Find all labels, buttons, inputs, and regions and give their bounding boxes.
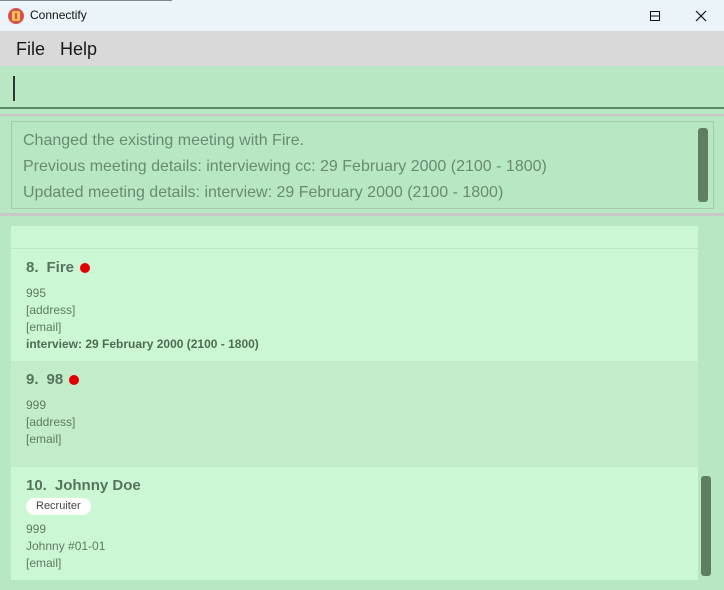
tag-badge: Recruiter <box>26 498 91 515</box>
person-index: 10. <box>26 477 47 494</box>
window-title: Connectify <box>30 8 87 22</box>
person-address: Johnny #01-01 <box>26 539 106 553</box>
maximize-icon <box>650 10 660 21</box>
person-index: 9. <box>26 371 39 388</box>
person-address: [address] <box>26 303 76 317</box>
flag-dot-icon <box>69 374 80 385</box>
flag-dot-icon <box>80 262 91 273</box>
app-logo-icon <box>8 8 24 24</box>
close-button[interactable] <box>678 0 724 31</box>
person-phone: 995 <box>26 286 47 300</box>
person-name: Johnny Doe <box>54 477 141 494</box>
menu-file[interactable]: File <box>16 39 45 60</box>
person-name-row: 9. 98 <box>26 371 80 388</box>
person-name-row: 10. Johnny Doe <box>26 477 141 494</box>
menu-bar: File Help <box>0 31 724 66</box>
person-name: 98 <box>46 371 64 388</box>
person-phone: 999 <box>26 522 47 536</box>
text-caret <box>13 76 15 101</box>
person-card[interactable]: 9. 98 999 [address] [email] <box>11 361 698 467</box>
person-email: [email] <box>26 320 62 334</box>
person-meeting: interview: 29 February 2000 (2100 - 1800… <box>26 337 259 351</box>
person-email: [email] <box>26 432 62 446</box>
menu-help[interactable]: Help <box>60 39 97 60</box>
person-name-row: 8. Fire <box>26 259 91 276</box>
result-line: Updated meeting details: interview: 29 F… <box>23 184 504 201</box>
person-index: 8. <box>26 259 39 276</box>
title-bar-edge <box>0 0 172 1</box>
result-line: Previous meeting details: interviewing c… <box>23 158 547 175</box>
divider <box>0 114 724 116</box>
person-name: Fire <box>46 259 75 276</box>
person-list: 8. Fire 995 [address] [email] interview:… <box>0 216 724 590</box>
close-icon <box>695 10 707 21</box>
person-card[interactable]: 10. Johnny Doe Recruiter 999 Johnny #01-… <box>11 467 698 580</box>
result-line: Changed the existing meeting with Fire. <box>23 132 305 149</box>
result-scrollbar[interactable] <box>698 128 708 202</box>
title-bar: Connectify <box>0 0 724 31</box>
person-phone: 999 <box>26 398 47 412</box>
list-item[interactable] <box>11 226 698 248</box>
person-email: [email] <box>26 556 62 570</box>
list-scrollbar[interactable] <box>701 476 711 576</box>
maximize-button[interactable] <box>632 0 678 31</box>
command-input[interactable] <box>0 66 724 109</box>
person-address: [address] <box>26 415 76 429</box>
result-display: Changed the existing meeting with Fire. … <box>11 121 714 209</box>
person-card[interactable]: 8. Fire 995 [address] [email] interview:… <box>11 249 698 361</box>
